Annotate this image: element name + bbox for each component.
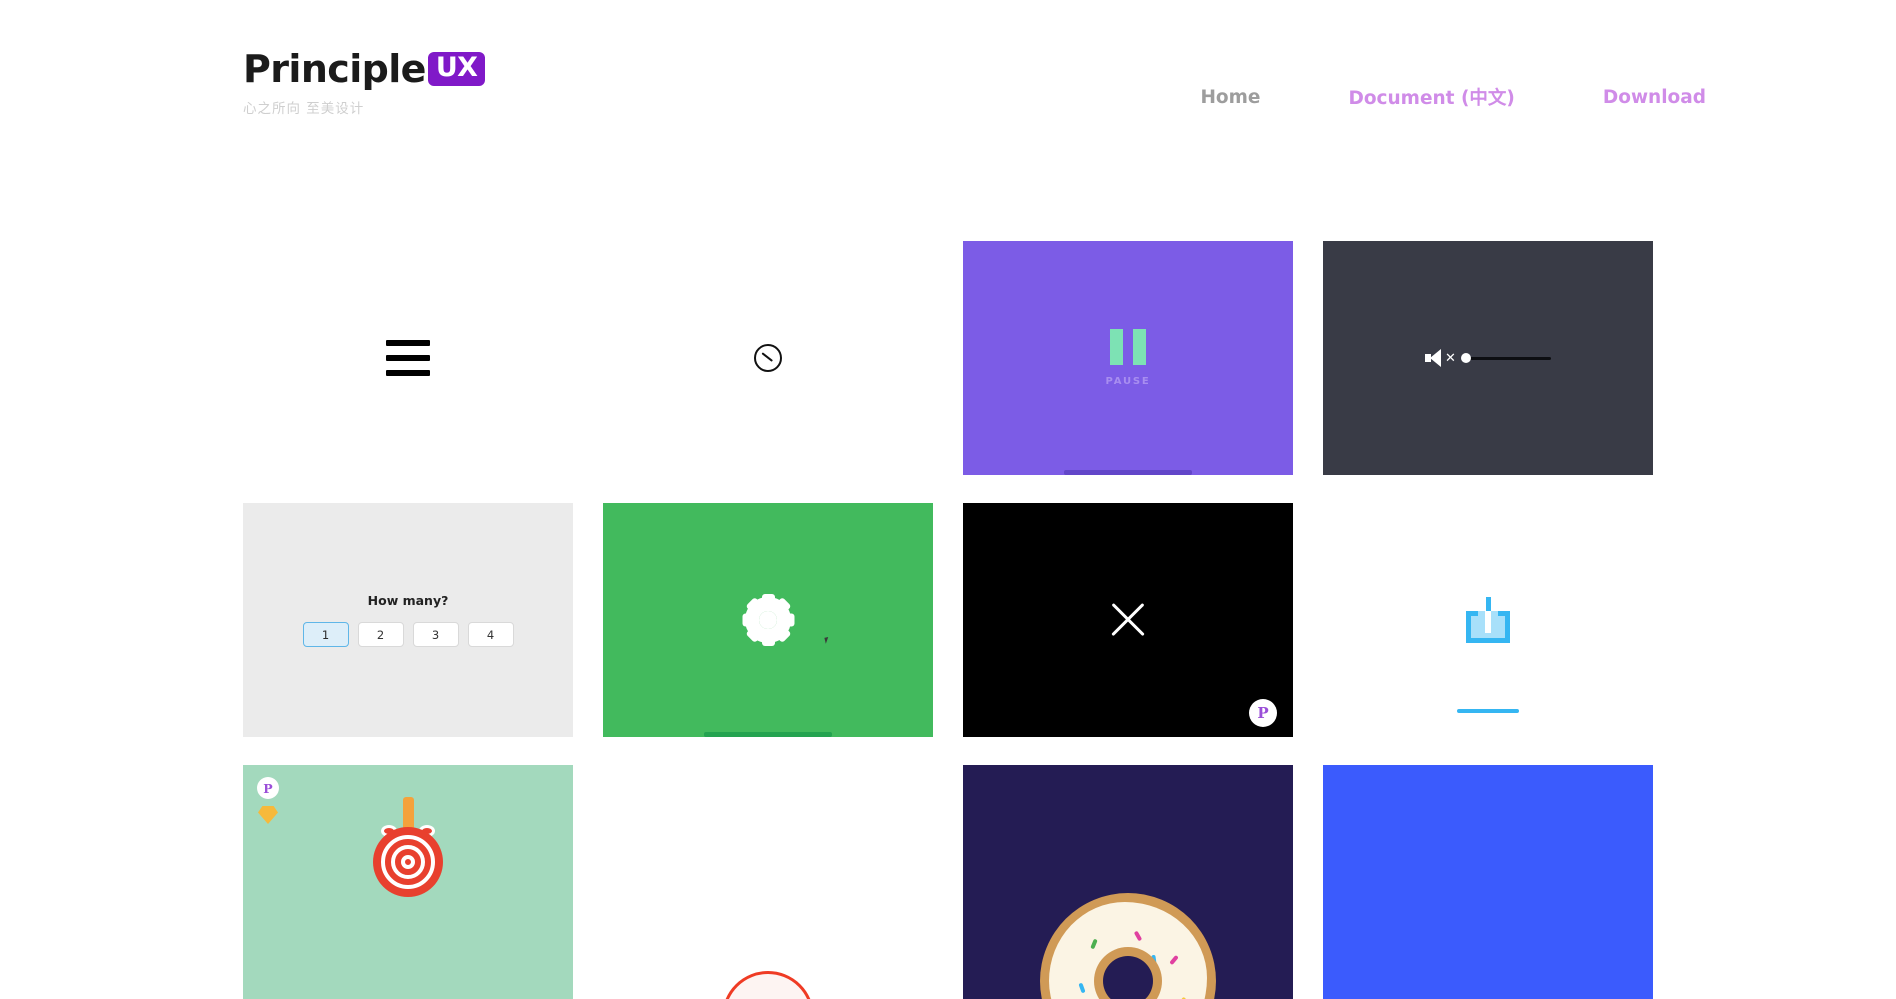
hamburger-bar: [386, 340, 430, 346]
volume-control[interactable]: ✕: [1425, 349, 1551, 367]
download-tray-lip-right: [1498, 611, 1510, 616]
download-tray-icon[interactable]: [1466, 597, 1510, 643]
mute-x-icon: ✕: [1445, 350, 1456, 366]
volume-slider-track[interactable]: [1460, 353, 1551, 363]
hamburger-bar: [386, 355, 430, 361]
card-settings-gear[interactable]: [603, 503, 933, 737]
card-volume[interactable]: ✕: [1323, 241, 1653, 475]
download-arrow-highlight: [1485, 611, 1491, 633]
lollipop-swirl-inner: [401, 855, 415, 869]
quantity-option-4[interactable]: 4: [467, 622, 514, 647]
download-progress-bar[interactable]: [1457, 709, 1519, 713]
gear-progress-bar[interactable]: [704, 732, 832, 737]
brand-tagline: 心之所向 至美设计: [243, 101, 365, 117]
pause-progress-bar[interactable]: [1064, 470, 1192, 475]
nav-link-document[interactable]: Document (中文): [1348, 84, 1514, 110]
card-close[interactable]: P: [963, 503, 1293, 737]
card-blue-panel[interactable]: [1323, 765, 1653, 999]
card-red-circle[interactable]: [603, 765, 933, 999]
sketch-gem: [258, 806, 278, 824]
card-badges: P: [257, 777, 279, 824]
quantity-option-2[interactable]: 2: [357, 622, 404, 647]
brand-badge-ux: UX: [427, 51, 486, 87]
gear-center-dot: [759, 611, 777, 629]
main-navigation: Home Document (中文) Download: [1200, 84, 1706, 110]
quantity-option-1[interactable]: 1: [302, 622, 349, 647]
card-timer[interactable]: [603, 241, 933, 475]
quantity-option-3[interactable]: 3: [412, 622, 459, 647]
card-lollipop[interactable]: P: [243, 765, 573, 999]
mouse-cursor-icon: [824, 636, 833, 644]
pause-label: PAUSE: [1105, 376, 1151, 387]
nav-link-download[interactable]: Download: [1603, 87, 1706, 108]
close-x-icon[interactable]: [1109, 601, 1147, 639]
timer-clock-icon[interactable]: [754, 344, 782, 372]
pause-bar: [1110, 329, 1123, 365]
principle-badge[interactable]: P: [257, 777, 279, 799]
pause-bar: [1133, 329, 1146, 365]
card-donut[interactable]: [963, 765, 1293, 999]
card-download[interactable]: [1323, 503, 1653, 737]
pause-icon[interactable]: [1110, 329, 1146, 365]
gear-icon[interactable]: [742, 594, 794, 646]
card-pause[interactable]: PAUSE: [963, 241, 1293, 475]
prototype-card-grid: PAUSE ✕ How many? 1 2 3 4 P P: [243, 241, 1657, 999]
brand-title: Principle UX: [243, 47, 486, 91]
site-header: Principle UX 心之所向 至美设计 Home Document (中文)…: [0, 0, 1896, 170]
donut-hole: [1103, 956, 1153, 999]
principle-badge[interactable]: P: [1249, 699, 1277, 727]
brand-logo[interactable]: Principle UX 心之所向 至美设计: [243, 47, 486, 117]
hamburger-bar: [386, 370, 430, 376]
brand-wordmark: Principle: [243, 47, 426, 91]
nav-link-home[interactable]: Home: [1200, 87, 1260, 108]
how-many-title: How many?: [367, 593, 449, 608]
red-circle-icon: [722, 971, 814, 999]
card-menu[interactable]: [243, 241, 573, 475]
donut-icon: [1040, 893, 1216, 999]
hamburger-menu-icon[interactable]: [386, 340, 430, 376]
speaker-cone: [1430, 349, 1442, 367]
lollipop-head: [373, 827, 443, 897]
quantity-segmented-control[interactable]: 1 2 3 4: [302, 622, 514, 647]
card-how-many[interactable]: How many? 1 2 3 4: [243, 503, 573, 737]
sketch-diamond-icon[interactable]: [258, 806, 278, 824]
lollipop-icon: [373, 797, 443, 907]
download-tray-lip-left: [1466, 611, 1478, 616]
volume-slider-knob[interactable]: [1460, 353, 1471, 363]
speaker-mute-icon[interactable]: [1425, 349, 1442, 367]
